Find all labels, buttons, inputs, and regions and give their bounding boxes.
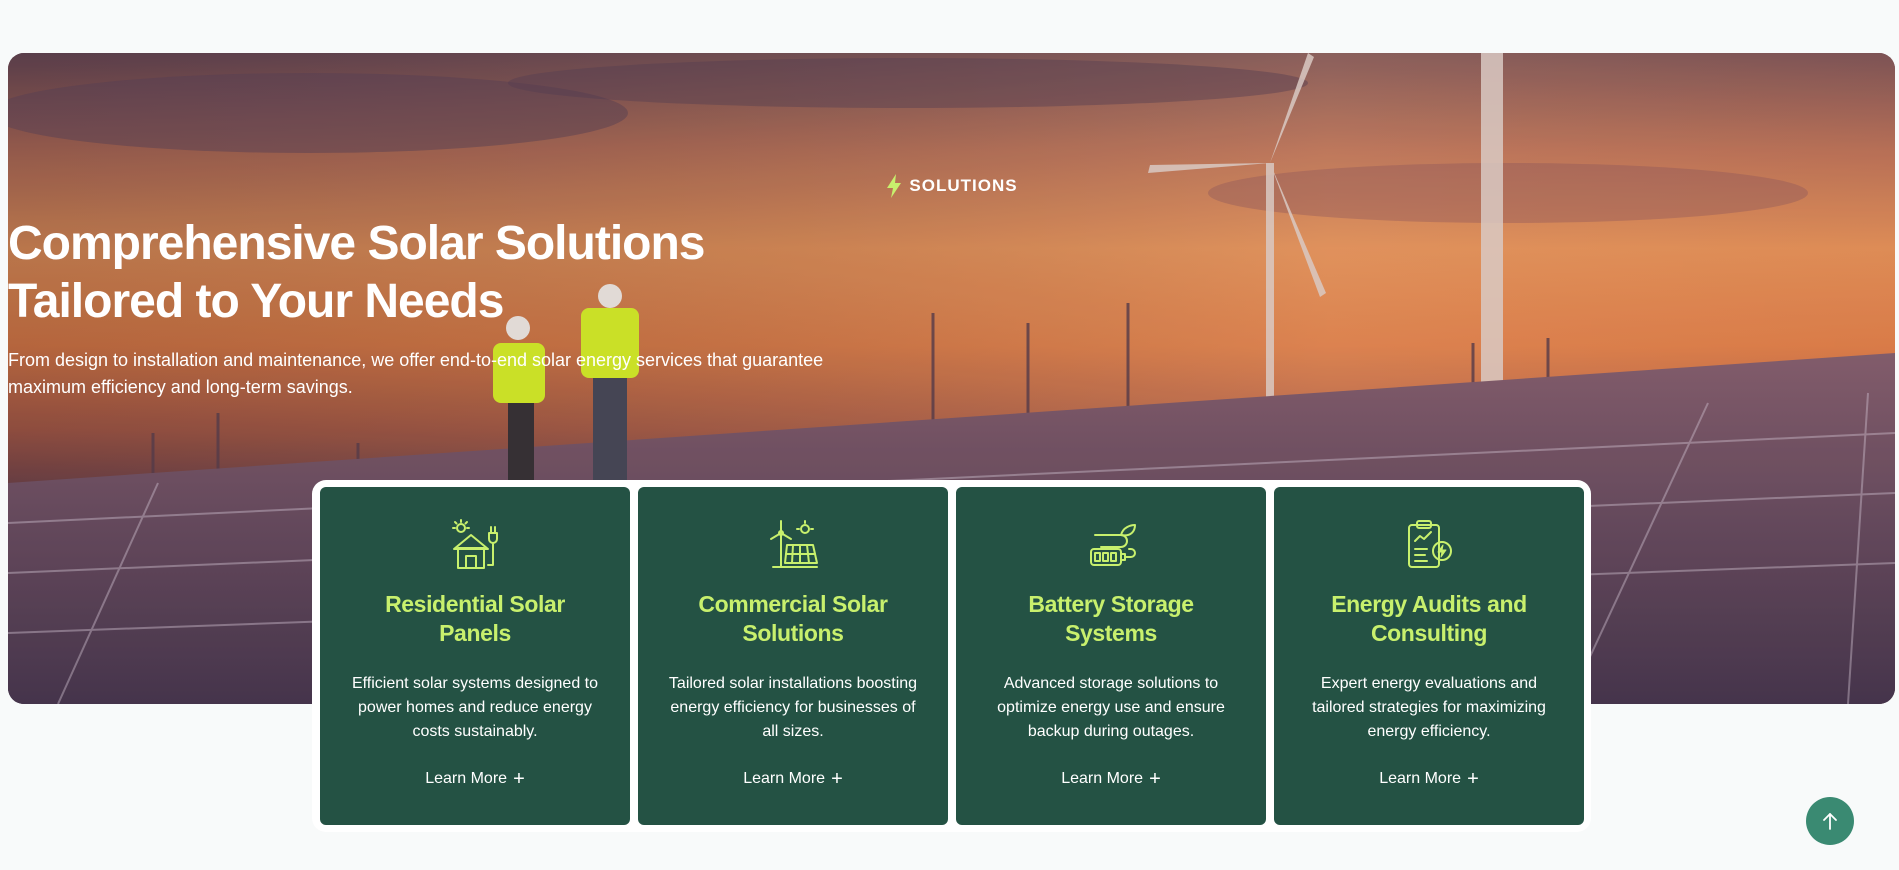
card-title-line-1: Energy Audits and (1331, 591, 1527, 617)
service-cards: Residential Solar Panels Efficient solar… (312, 480, 1591, 832)
card-title-line-2: Panels (439, 620, 511, 646)
subtitle-line-2: maximum efficiency and long-term savings… (8, 377, 353, 397)
service-card-residential: Residential Solar Panels Efficient solar… (320, 487, 630, 825)
card-title-line-2: Systems (1065, 620, 1157, 646)
solar-house-icon (452, 519, 498, 569)
card-desc-line-3: costs sustainably. (412, 723, 538, 740)
subtitle-line-1: From design to installation and maintena… (8, 350, 824, 370)
card-desc-line-1: Tailored solar installations boosting (668, 675, 918, 692)
card-desc-line-1: Efficient solar systems designed to (351, 675, 599, 692)
wind-solar-panel-icon (770, 520, 818, 568)
card-title: Battery Storage Systems (966, 590, 1256, 648)
card-title: Commercial Solar Solutions (648, 590, 938, 648)
card-title-line-2: Consulting (1370, 620, 1488, 646)
learn-more-link[interactable]: Learn More + (956, 768, 1266, 790)
learn-more-label: Learn More (1379, 770, 1462, 787)
learn-more-link[interactable]: Learn More + (638, 768, 948, 790)
scroll-to-top-button[interactable] (1806, 797, 1854, 845)
title-line-2: Tailored to Your Needs (8, 275, 504, 328)
learn-more-label: Learn More (743, 770, 826, 787)
plus-icon: + (1467, 768, 1479, 790)
card-desc-line-2: optimize energy use and ensure (997, 699, 1225, 716)
card-desc-line-1: Expert energy evaluations and (1320, 675, 1538, 692)
section-tag: SOLUTIONS (8, 174, 1895, 198)
card-desc-line-2: energy efficiency for businesses of (670, 699, 916, 716)
section-tag-label: SOLUTIONS (909, 176, 1018, 195)
plus-icon: + (831, 768, 843, 790)
card-title-line-1: Commercial Solar (698, 591, 888, 617)
plus-icon: + (1149, 768, 1161, 790)
card-desc-line-2: power homes and reduce energy (358, 699, 592, 716)
learn-more-label: Learn More (1061, 770, 1144, 787)
lightning-bolt-icon (887, 174, 902, 198)
card-title-line-1: Battery Storage (1028, 591, 1194, 617)
plus-icon: + (513, 768, 525, 790)
card-description: Advanced storage solutions to optimize e… (984, 672, 1238, 744)
learn-more-label: Learn More (425, 770, 508, 787)
card-desc-line-3: backup during outages. (1027, 723, 1195, 740)
card-title-line-2: Solutions (742, 620, 844, 646)
card-description: Efficient solar systems designed to powe… (348, 672, 602, 744)
service-card-commercial: Commercial Solar Solutions Tailored sola… (638, 487, 948, 825)
arrow-up-icon (1823, 813, 1837, 830)
clipboard-chart-icon (1408, 520, 1452, 568)
page-title: Comprehensive Solar Solutions Tailored t… (8, 215, 1895, 331)
hero-subtitle: From design to installation and maintena… (8, 347, 1895, 401)
service-card-audits: Energy Audits and Consulting Expert ener… (1274, 487, 1584, 825)
card-description: Tailored solar installations boosting en… (666, 672, 920, 744)
learn-more-link[interactable]: Learn More + (320, 768, 630, 790)
service-card-battery: Battery Storage Systems Advanced storage… (956, 487, 1266, 825)
card-desc-line-2: tailored strategies for maximizing (1312, 699, 1546, 716)
card-title: Residential Solar Panels (330, 590, 620, 648)
card-description: Expert energy evaluations and tailored s… (1302, 672, 1556, 744)
learn-more-link[interactable]: Learn More + (1274, 768, 1584, 790)
card-title: Energy Audits and Consulting (1284, 590, 1574, 648)
card-desc-line-3: energy efficiency. (1367, 723, 1491, 740)
card-desc-line-1: Advanced storage solutions to (1003, 675, 1219, 692)
card-desc-line-3: all sizes. (762, 723, 824, 740)
card-title-line-1: Residential Solar (385, 591, 565, 617)
title-line-1: Comprehensive Solar Solutions (8, 217, 705, 270)
battery-leaf-icon (1090, 524, 1136, 566)
